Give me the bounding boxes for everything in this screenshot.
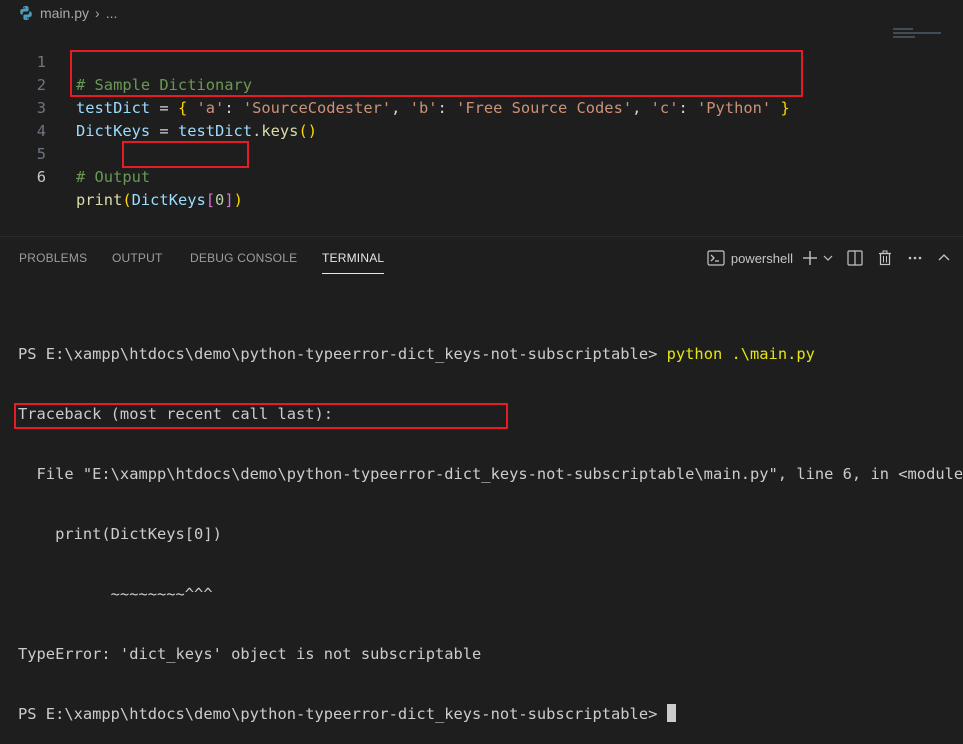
- chevron-right-icon: ›: [95, 5, 100, 21]
- command: python .\main.py: [666, 345, 815, 363]
- tab-output[interactable]: OUTPUT: [112, 251, 163, 265]
- error-message: TypeError: 'dict_keys' object is not sub…: [18, 645, 482, 663]
- code-line: 4: [0, 97, 900, 140]
- tab-debug-console[interactable]: DEBUG CONSOLE: [190, 251, 297, 265]
- python-file-icon: [20, 6, 32, 20]
- terminal-selector[interactable]: powershell: [707, 250, 793, 266]
- terminal-output[interactable]: PS E:\xampp\htdocs\demo\python-typeerror…: [18, 304, 963, 744]
- breadcrumb: main.py › ...: [0, 0, 963, 26]
- code-text: print(DictKeys[0]): [76, 191, 243, 209]
- terminal-line: ~~~~~~~~^^^: [18, 585, 213, 603]
- terminal-line: File "E:\xampp\htdocs\demo\python-typeer…: [18, 465, 963, 483]
- highlight-box: [122, 141, 249, 168]
- chevron-down-icon: [823, 255, 833, 261]
- split-icon: [847, 250, 863, 266]
- highlight-box: [70, 50, 803, 97]
- new-terminal-button[interactable]: [801, 249, 819, 267]
- terminal-icon: [707, 250, 725, 266]
- maximize-panel-button[interactable]: [937, 251, 951, 265]
- ellipsis-icon: [908, 256, 922, 260]
- kill-terminal-button[interactable]: [877, 250, 893, 266]
- more-actions-button[interactable]: [907, 250, 923, 266]
- trash-icon: [879, 250, 891, 266]
- chevron-up-icon: [938, 254, 950, 261]
- terminal-name: powershell: [730, 250, 793, 266]
- highlight-box: [14, 403, 508, 429]
- prompt: PS E:\xampp\htdocs\demo\python-typeerror…: [18, 345, 667, 363]
- active-tab-indicator: [322, 273, 384, 274]
- code-line: 5 # Output: [0, 120, 900, 186]
- terminal-line: PS E:\xampp\htdocs\demo\python-typeerror…: [18, 704, 958, 724]
- breadcrumb-file[interactable]: main.py: [40, 5, 89, 21]
- breadcrumb-more[interactable]: ...: [106, 5, 118, 21]
- code-line: 1 # Sample Dictionary: [0, 28, 900, 94]
- tab-problems[interactable]: PROBLEMS: [19, 251, 87, 265]
- terminal-line: print(DictKeys[0]): [18, 525, 222, 543]
- prompt: PS E:\xampp\htdocs\demo\python-typeerror…: [18, 705, 667, 723]
- terminal-toolbar: powershell: [707, 240, 963, 276]
- tab-terminal[interactable]: TERMINAL: [322, 251, 384, 265]
- terminal-cursor: [666, 704, 676, 722]
- terminal-dropdown-button[interactable]: [823, 253, 833, 263]
- code-text: # Output: [76, 168, 151, 186]
- panel-tabs: PROBLEMS OUTPUT DEBUG CONSOLE TERMINAL p…: [0, 240, 963, 278]
- plus-icon: [803, 251, 817, 265]
- line-number: 6: [36, 168, 46, 186]
- split-terminal-button[interactable]: [847, 250, 863, 266]
- terminal-line: PS E:\xampp\htdocs\demo\python-typeerror…: [18, 344, 958, 364]
- panel-divider: [0, 236, 963, 237]
